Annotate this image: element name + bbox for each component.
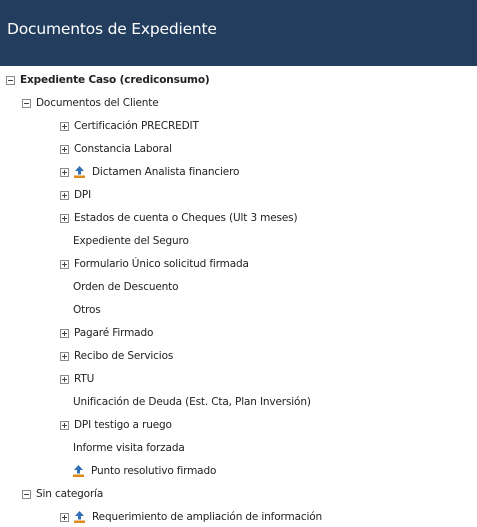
tree-item-label: Dictamen Analista financiero xyxy=(92,166,240,178)
expand-toggle-icon[interactable] xyxy=(60,213,69,223)
expand-toggle-icon[interactable] xyxy=(60,328,69,338)
tree-item-label: Expediente del Seguro xyxy=(73,235,189,247)
tree-item-label: Formulario Único solicitud firmada xyxy=(74,258,249,270)
upload-icon xyxy=(74,166,85,178)
tree-item-otros[interactable]: Otros xyxy=(73,302,101,318)
tree-node-sin-categoria[interactable]: Sin categoría xyxy=(22,486,103,502)
tree-item-rtu[interactable]: RTU xyxy=(60,371,94,387)
collapse-toggle-icon[interactable] xyxy=(6,75,15,85)
tree-item-label: Requerimiento de ampliación de informaci… xyxy=(92,511,323,523)
tree-item-label: Pagaré Firmado xyxy=(74,327,154,339)
tree-item-label: DPI xyxy=(74,189,92,201)
tree-item-label: Unificación de Deuda (Est. Cta, Plan Inv… xyxy=(73,396,311,408)
tree-item-punto-resolutivo[interactable]: Punto resolutivo firmado xyxy=(73,463,216,479)
tree-item-label: Recibo de Servicios xyxy=(74,350,174,362)
expand-toggle-icon[interactable] xyxy=(60,420,69,430)
expand-toggle-icon[interactable] xyxy=(60,190,69,200)
tree-item-orden-descuento[interactable]: Orden de Descuento xyxy=(73,279,179,295)
expand-toggle-icon[interactable] xyxy=(60,167,69,177)
tree-item-label: Estados de cuenta o Cheques (Ult 3 meses… xyxy=(74,212,298,224)
expand-toggle-icon[interactable] xyxy=(60,351,69,361)
tree-node-documentos-cliente[interactable]: Documentos del Cliente xyxy=(22,95,159,111)
tree-item-requerimiento-ampliacion[interactable]: Requerimiento de ampliación de informaci… xyxy=(60,509,322,525)
expand-toggle-icon[interactable] xyxy=(60,374,69,384)
document-tree: Expediente Caso (crediconsumo) Documento… xyxy=(0,0,477,527)
tree-item-expediente-seguro[interactable]: Expediente del Seguro xyxy=(73,233,189,249)
tree-node-label: Documentos del Cliente xyxy=(36,97,159,109)
collapse-toggle-icon[interactable] xyxy=(22,489,31,499)
tree-item-constancia-laboral[interactable]: Constancia Laboral xyxy=(60,141,172,157)
tree-item-label: DPI testigo a ruego xyxy=(74,419,172,431)
expand-toggle-icon[interactable] xyxy=(60,121,69,131)
tree-item-certificacion-precredit[interactable]: Certificación PRECREDIT xyxy=(60,118,199,134)
tree-item-dpi-testigo[interactable]: DPI testigo a ruego xyxy=(60,417,172,433)
expand-toggle-icon[interactable] xyxy=(60,512,69,522)
tree-item-informe-visita[interactable]: Informe visita forzada xyxy=(73,440,185,456)
tree-node-root[interactable]: Expediente Caso (crediconsumo) xyxy=(6,72,210,88)
tree-item-formulario-unico[interactable]: Formulario Único solicitud firmada xyxy=(60,256,249,272)
tree-item-label: Certificación PRECREDIT xyxy=(74,120,199,132)
tree-item-label: Otros xyxy=(73,304,101,316)
tree-item-label: RTU xyxy=(74,373,95,385)
tree-item-label: Punto resolutivo firmado xyxy=(91,465,217,477)
collapse-toggle-icon[interactable] xyxy=(22,98,31,108)
tree-node-label: Expediente Caso (crediconsumo) xyxy=(20,74,210,86)
tree-item-label: Constancia Laboral xyxy=(74,143,172,155)
tree-node-label: Sin categoría xyxy=(36,488,104,500)
tree-item-estados-cuenta[interactable]: Estados de cuenta o Cheques (Ult 3 meses… xyxy=(60,210,298,226)
tree-item-unificacion-deuda[interactable]: Unificación de Deuda (Est. Cta, Plan Inv… xyxy=(73,394,311,410)
tree-item-dictamen-analista[interactable]: Dictamen Analista financiero xyxy=(60,164,239,180)
upload-icon xyxy=(74,511,85,523)
tree-item-pagare-firmado[interactable]: Pagaré Firmado xyxy=(60,325,153,341)
expand-toggle-icon[interactable] xyxy=(60,259,69,269)
tree-item-dpi[interactable]: DPI xyxy=(60,187,91,203)
tree-item-label: Informe visita forzada xyxy=(73,442,185,454)
tree-item-recibo-servicios[interactable]: Recibo de Servicios xyxy=(60,348,173,364)
upload-icon xyxy=(73,465,84,477)
expand-toggle-icon[interactable] xyxy=(60,144,69,154)
tree-item-label: Orden de Descuento xyxy=(73,281,179,293)
